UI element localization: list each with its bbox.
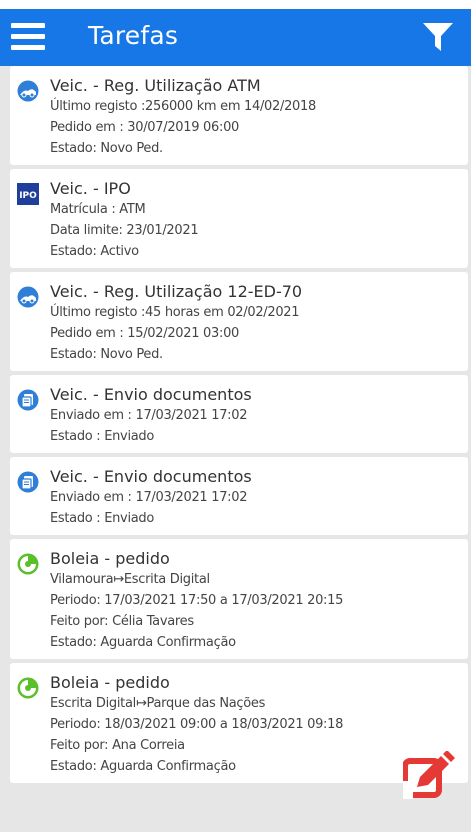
ipo-icon: IPO — [17, 183, 39, 205]
edit-icon[interactable] — [403, 751, 457, 799]
task-detail-line: Estado : Enviado — [50, 429, 155, 444]
filter-icon[interactable] — [421, 21, 455, 53]
task-detail-line: Estado: Novo Ped. — [50, 347, 163, 362]
task-card[interactable]: Boleia - pedido Vilamoura↦Escrita Digital… — [10, 539, 468, 659]
task-detail-line: Último registo :256000 km em 14/02/2018 — [50, 99, 316, 114]
hamburger-menu-icon[interactable] — [11, 23, 45, 51]
task-detail-line: Periodo: 18/03/2021 09:00 a 18/03/2021 0… — [50, 717, 344, 732]
task-detail-line: Data limite: 23/01/2021 — [50, 223, 199, 238]
documents-icon — [17, 389, 39, 411]
header-bar: Tarefas — [0, 9, 471, 66]
task-detail-line: Pedido em : 30/07/2019 06:00 — [50, 120, 240, 135]
task-detail-line: Estado: Novo Ped. — [50, 141, 163, 156]
documents-icon — [17, 471, 39, 493]
svg-text:IPO: IPO — [19, 191, 37, 201]
vehicle-usage-icon — [17, 80, 39, 102]
task-detail-line: Pedido em : 15/02/2021 03:00 — [50, 326, 240, 341]
task-title: Veic. - IPO — [50, 179, 131, 198]
task-card[interactable]: Veic. - Envio documentos Enviado em : 17/… — [10, 375, 468, 453]
task-title: Veic. - Reg. Utilização 12-ED-70 — [50, 282, 303, 301]
task-detail-line: Matrícula : ATM — [50, 202, 146, 217]
task-title: Veic. - Envio documentos — [50, 467, 252, 486]
ride-request-icon — [17, 553, 39, 575]
task-title: Boleia - pedido — [50, 673, 170, 692]
task-card[interactable]: IPO Veic. - IPO Matrícula : ATM Data limite… — [10, 169, 468, 268]
ride-request-icon — [17, 677, 39, 699]
task-detail-line: Enviado em : 17/03/2021 17:02 — [50, 490, 248, 505]
task-title: Veic. - Envio documentos — [50, 385, 252, 404]
task-title: Boleia - pedido — [50, 549, 170, 568]
task-detail-line: Estado: Activo — [50, 244, 139, 259]
vehicle-usage-icon — [17, 286, 39, 308]
task-detail-line: Estado : Enviado — [50, 511, 155, 526]
app-header: Tarefas — [0, 0, 471, 66]
task-detail-line: Último registo :45 horas em 02/02/2021 — [50, 305, 300, 320]
task-detail-line: Enviado em : 17/03/2021 17:02 — [50, 408, 248, 423]
task-title: Veic. - Reg. Utilização ATM — [50, 76, 261, 95]
page-title: Tarefas — [88, 21, 179, 50]
task-detail-line: Feito por: Célia Tavares — [50, 614, 194, 629]
task-card[interactable]: Veic. - Reg. Utilização ATM Último regist… — [10, 66, 468, 165]
task-card[interactable]: Boleia - pedido Escrita Digital↦Parque da… — [10, 663, 468, 783]
task-card[interactable]: Veic. - Envio documentos Enviado em : 17/… — [10, 457, 468, 535]
task-card[interactable]: Veic. - Reg. Utilização 12-ED-70 Último r… — [10, 272, 468, 371]
task-list: Veic. - Reg. Utilização ATM Último regist… — [10, 66, 468, 787]
task-detail-line: Escrita Digital↦Parque das Nações — [50, 696, 266, 711]
task-detail-line: Estado: Aguarda Confirmação — [50, 635, 236, 650]
task-detail-line: Periodo: 17/03/2021 17:50 a 17/03/2021 2… — [50, 593, 344, 608]
task-detail-line: Vilamoura↦Escrita Digital — [50, 572, 210, 587]
